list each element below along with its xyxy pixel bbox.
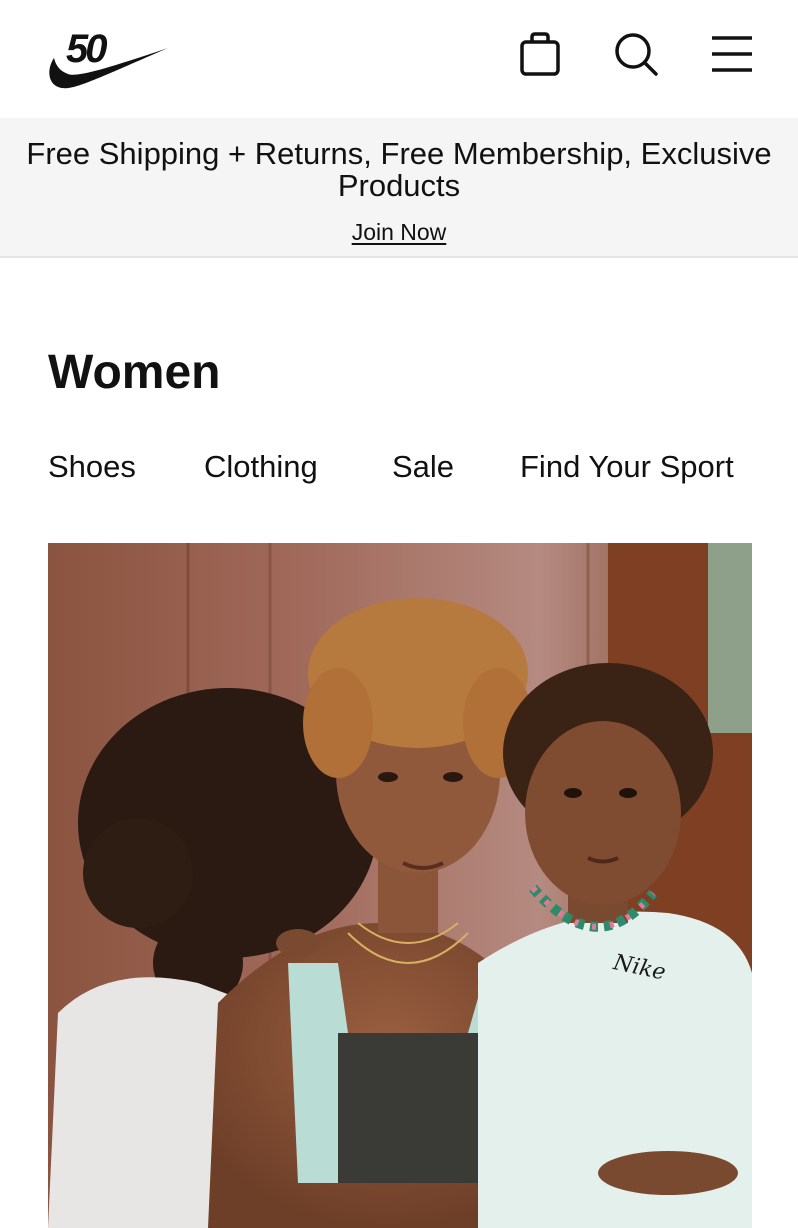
hero-photo: Nike xyxy=(48,543,752,1228)
category-link-shoes[interactable]: Shoes xyxy=(48,446,136,488)
promo-link-wrap: Join Now xyxy=(0,218,798,246)
logo-text: 50 xyxy=(66,27,107,71)
swoosh-50-logo-icon: 50 xyxy=(49,27,168,89)
category-link-find-your-sport[interactable]: Find Your Sport xyxy=(520,446,734,488)
search-icon[interactable] xyxy=(612,30,660,78)
bag-icon[interactable] xyxy=(516,30,564,78)
menu-icon[interactable] xyxy=(708,30,756,78)
category-link-clothing[interactable]: Clothing xyxy=(204,446,318,488)
hero-image[interactable]: Nike xyxy=(48,543,752,1228)
category-link-sale[interactable]: Sale xyxy=(392,446,454,488)
page-title: Women xyxy=(48,346,221,399)
promo-text: Free Shipping + Returns, Free Membership… xyxy=(26,136,772,203)
logo[interactable]: 50 xyxy=(44,22,172,92)
join-now-link[interactable]: Join Now xyxy=(352,219,447,245)
category-nav: Shoes Clothing Sale Find Your Sport xyxy=(48,446,758,490)
site-header: 50 xyxy=(0,0,798,118)
promo-banner: Free Shipping + Returns, Free Membership… xyxy=(0,118,798,258)
